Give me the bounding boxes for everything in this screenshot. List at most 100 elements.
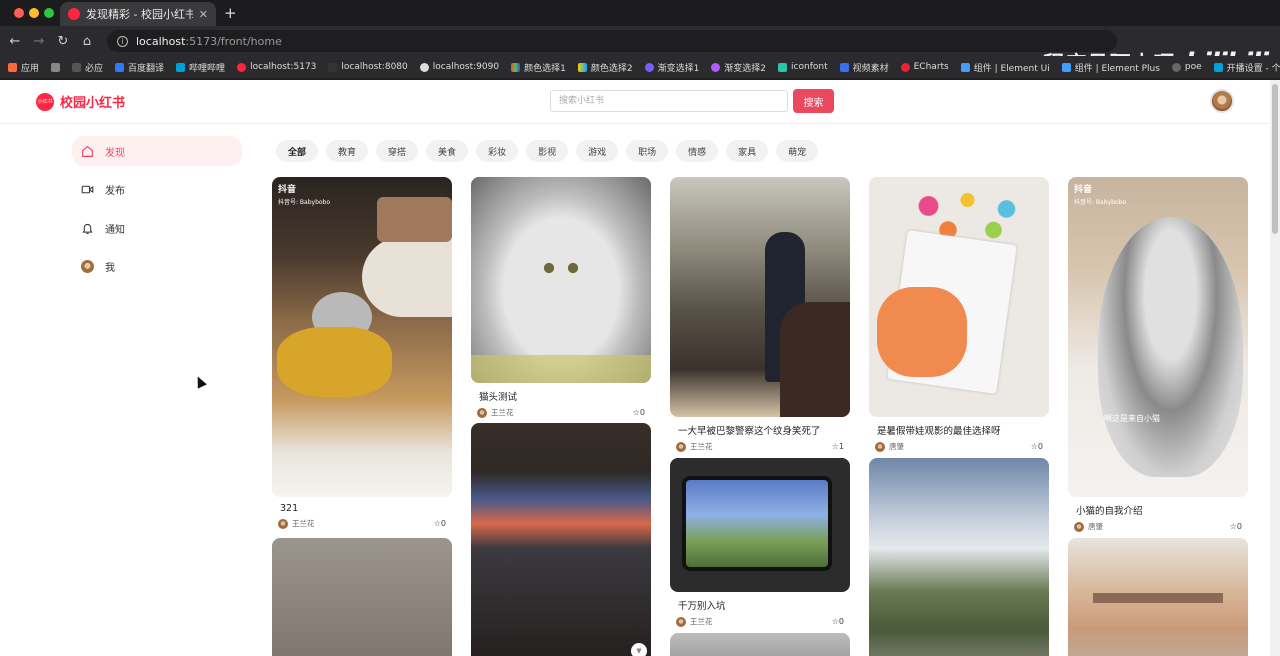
- search-button[interactable]: 搜索: [793, 89, 834, 113]
- note-cover-image: [869, 458, 1049, 656]
- favicon-icon: [68, 8, 80, 20]
- bookmark-item[interactable]: 哔哩哔哩: [176, 61, 225, 74]
- bookmark-item[interactable]: iconfont: [778, 62, 828, 72]
- bookmark-item[interactable]: 颜色选择1: [511, 61, 566, 74]
- search-input[interactable]: [550, 90, 788, 112]
- bookmark-item[interactable]: 颜色选择2: [577, 61, 633, 74]
- browser-tab-active[interactable]: 发现精彩 - 校园小红书 ✕: [60, 2, 216, 26]
- translate-icon: [115, 62, 125, 72]
- author-name[interactable]: 王兰花: [690, 441, 713, 452]
- note-cover-image: [670, 177, 850, 417]
- like-count[interactable]: ☆0: [633, 408, 645, 417]
- page-scrollbar[interactable]: [1270, 80, 1280, 656]
- note-title: 千万别入坑: [678, 601, 726, 612]
- author-name[interactable]: 王兰花: [491, 407, 514, 418]
- like-count[interactable]: ☆0: [434, 519, 446, 528]
- note-card[interactable]: [670, 633, 850, 656]
- play-icon[interactable]: ▼: [631, 643, 647, 656]
- bookmark-item[interactable]: 渐变选择1: [644, 61, 699, 74]
- category-tab[interactable]: 情感: [676, 140, 719, 162]
- echarts-icon: [900, 62, 910, 72]
- user-avatar[interactable]: [1210, 89, 1234, 113]
- note-meta: 唐肇 ☆0: [869, 441, 1049, 452]
- note-card[interactable]: 千万别入坑 王兰花 ☆0: [670, 458, 850, 627]
- reload-icon[interactable]: ↻: [51, 34, 75, 49]
- author-avatar[interactable]: [477, 407, 487, 418]
- new-tab-plus-icon[interactable]: +: [224, 4, 237, 22]
- note-card[interactable]: [1068, 538, 1248, 656]
- author-name[interactable]: 唐肇: [889, 441, 904, 452]
- bookmark-item[interactable]: localhost:9090: [419, 62, 499, 72]
- address-bar[interactable]: i localhost:5173/front/home: [107, 30, 1117, 52]
- home-icon: [81, 145, 94, 158]
- note-card[interactable]: 猫头测试 王兰花 ☆0: [471, 177, 651, 418]
- browser-tab-bar: 发现精彩 - 校园小红书 ✕ +: [0, 0, 1280, 26]
- author-avatar[interactable]: [278, 518, 288, 529]
- category-tab[interactable]: 彩妆: [476, 140, 519, 162]
- note-card[interactable]: 抖音 抖音号: Babybobo 啊这是来自小猫 小猫的自我介绍 唐肇 ☆0: [1068, 177, 1248, 532]
- note-card[interactable]: [272, 538, 452, 656]
- bookmark-item[interactable]: [51, 62, 61, 72]
- note-card[interactable]: ▼: [471, 423, 651, 656]
- category-tab[interactable]: 美食: [426, 140, 469, 162]
- category-tab[interactable]: 萌宠: [776, 140, 819, 162]
- bookmark-item[interactable]: 组件 | Element Ui: [960, 61, 1050, 74]
- category-tab[interactable]: 职场: [626, 140, 669, 162]
- bookmark-item[interactable]: 必应: [72, 61, 103, 74]
- bookmark-item[interactable]: localhost:5173: [237, 62, 316, 72]
- note-cover-image: 抖音 抖音号: Babybobo: [272, 177, 452, 497]
- author-avatar[interactable]: [1074, 521, 1084, 532]
- author-name[interactable]: 王兰花: [690, 616, 713, 627]
- author-avatar[interactable]: [676, 441, 686, 452]
- bell-icon: [81, 222, 94, 235]
- note-card[interactable]: [869, 458, 1049, 656]
- like-count[interactable]: ☆0: [1230, 522, 1242, 531]
- like-count[interactable]: ☆0: [1031, 442, 1043, 451]
- bookmark-item[interactable]: localhost:8080: [328, 62, 408, 72]
- sidebar-item-discover[interactable]: 发现: [72, 136, 242, 166]
- avatar: [81, 260, 94, 273]
- note-card[interactable]: 抖音 抖音号: Babybobo 321 王兰花 ☆0: [272, 177, 452, 529]
- site-logo[interactable]: 小红书 校园小红书: [36, 92, 125, 111]
- like-count[interactable]: ☆0: [832, 617, 844, 626]
- bookmark-item[interactable]: ECharts: [900, 62, 949, 72]
- back-arrow-icon[interactable]: ←: [3, 34, 27, 49]
- site-info-icon[interactable]: i: [117, 35, 128, 47]
- author-avatar[interactable]: [676, 616, 686, 627]
- douyin-tag: 抖音: [278, 185, 297, 195]
- sidebar-item-notifications[interactable]: 通知: [72, 213, 242, 243]
- home-nav-icon[interactable]: ⌂: [75, 34, 99, 49]
- like-count[interactable]: ☆1: [832, 442, 844, 451]
- maximize-window-button[interactable]: [44, 8, 54, 18]
- close-icon[interactable]: ✕: [199, 8, 208, 21]
- bookmark-item[interactable]: 应用: [8, 61, 39, 74]
- scrollbar-thumb[interactable]: [1272, 84, 1278, 234]
- bookmark-item[interactable]: 组件 | Element Plus: [1061, 61, 1160, 74]
- color-icon: [511, 62, 521, 72]
- close-window-button[interactable]: [14, 8, 24, 18]
- forward-arrow-icon[interactable]: →: [27, 34, 51, 49]
- bookmark-item[interactable]: 视频素材: [839, 61, 889, 74]
- author-name[interactable]: 唐肇: [1088, 521, 1103, 532]
- note-card[interactable]: 是暑假带娃观影的最佳选择呀 唐肇 ☆0: [869, 177, 1049, 452]
- bookmark-item[interactable]: 开播设置 - 个人中...: [1213, 61, 1280, 74]
- category-tab[interactable]: 影视: [526, 140, 569, 162]
- sidebar-item-me[interactable]: 我: [72, 252, 242, 282]
- category-tab[interactable]: 游戏: [576, 140, 619, 162]
- minimize-window-button[interactable]: [29, 8, 39, 18]
- sidebar-item-publish[interactable]: 发布: [72, 175, 242, 205]
- note-cover-image: [1068, 538, 1248, 656]
- author-name[interactable]: 王兰花: [292, 518, 315, 529]
- bookmark-item[interactable]: 渐变选择2: [711, 61, 766, 74]
- bookmark-item[interactable]: 百度翻译: [115, 61, 164, 74]
- bookmark-item[interactable]: poe: [1171, 62, 1202, 72]
- category-tab[interactable]: 教育: [326, 140, 369, 162]
- category-tab[interactable]: 全部: [276, 140, 319, 162]
- note-title: 猫头测试: [479, 392, 518, 403]
- author-avatar[interactable]: [875, 441, 885, 452]
- category-tab[interactable]: 家具: [726, 140, 769, 162]
- note-card[interactable]: 一大早被巴黎警察这个纹身笑死了 王兰花 ☆1: [670, 177, 850, 452]
- note-title: 小猫的自我介绍: [1076, 506, 1143, 517]
- category-tab[interactable]: 穿搭: [376, 140, 419, 162]
- url-host: localhost: [136, 35, 186, 48]
